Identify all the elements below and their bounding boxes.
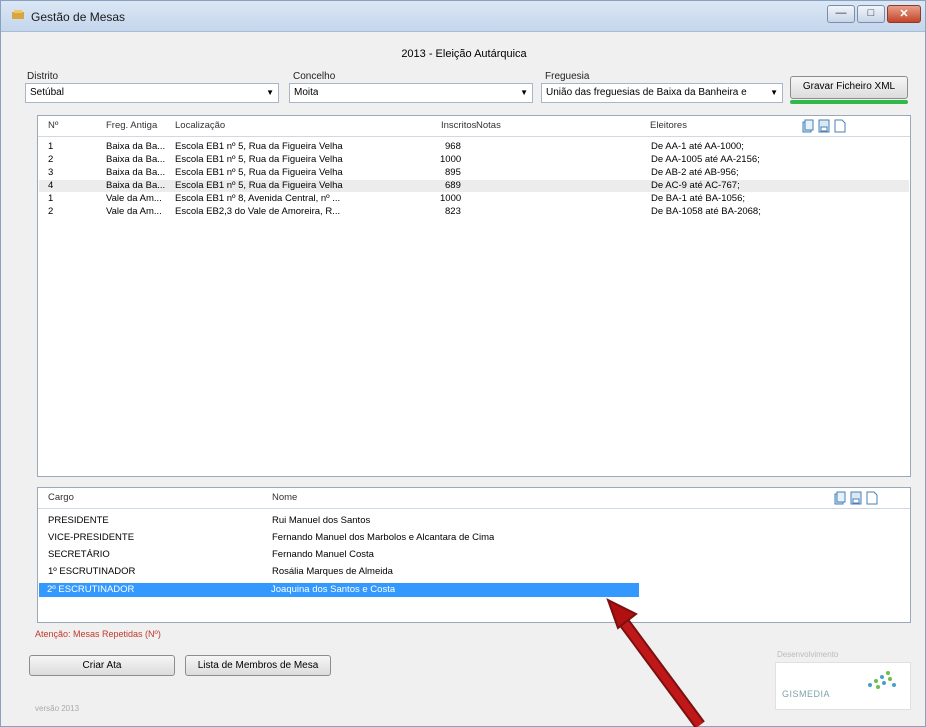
annotation-arrow [606, 597, 705, 727]
